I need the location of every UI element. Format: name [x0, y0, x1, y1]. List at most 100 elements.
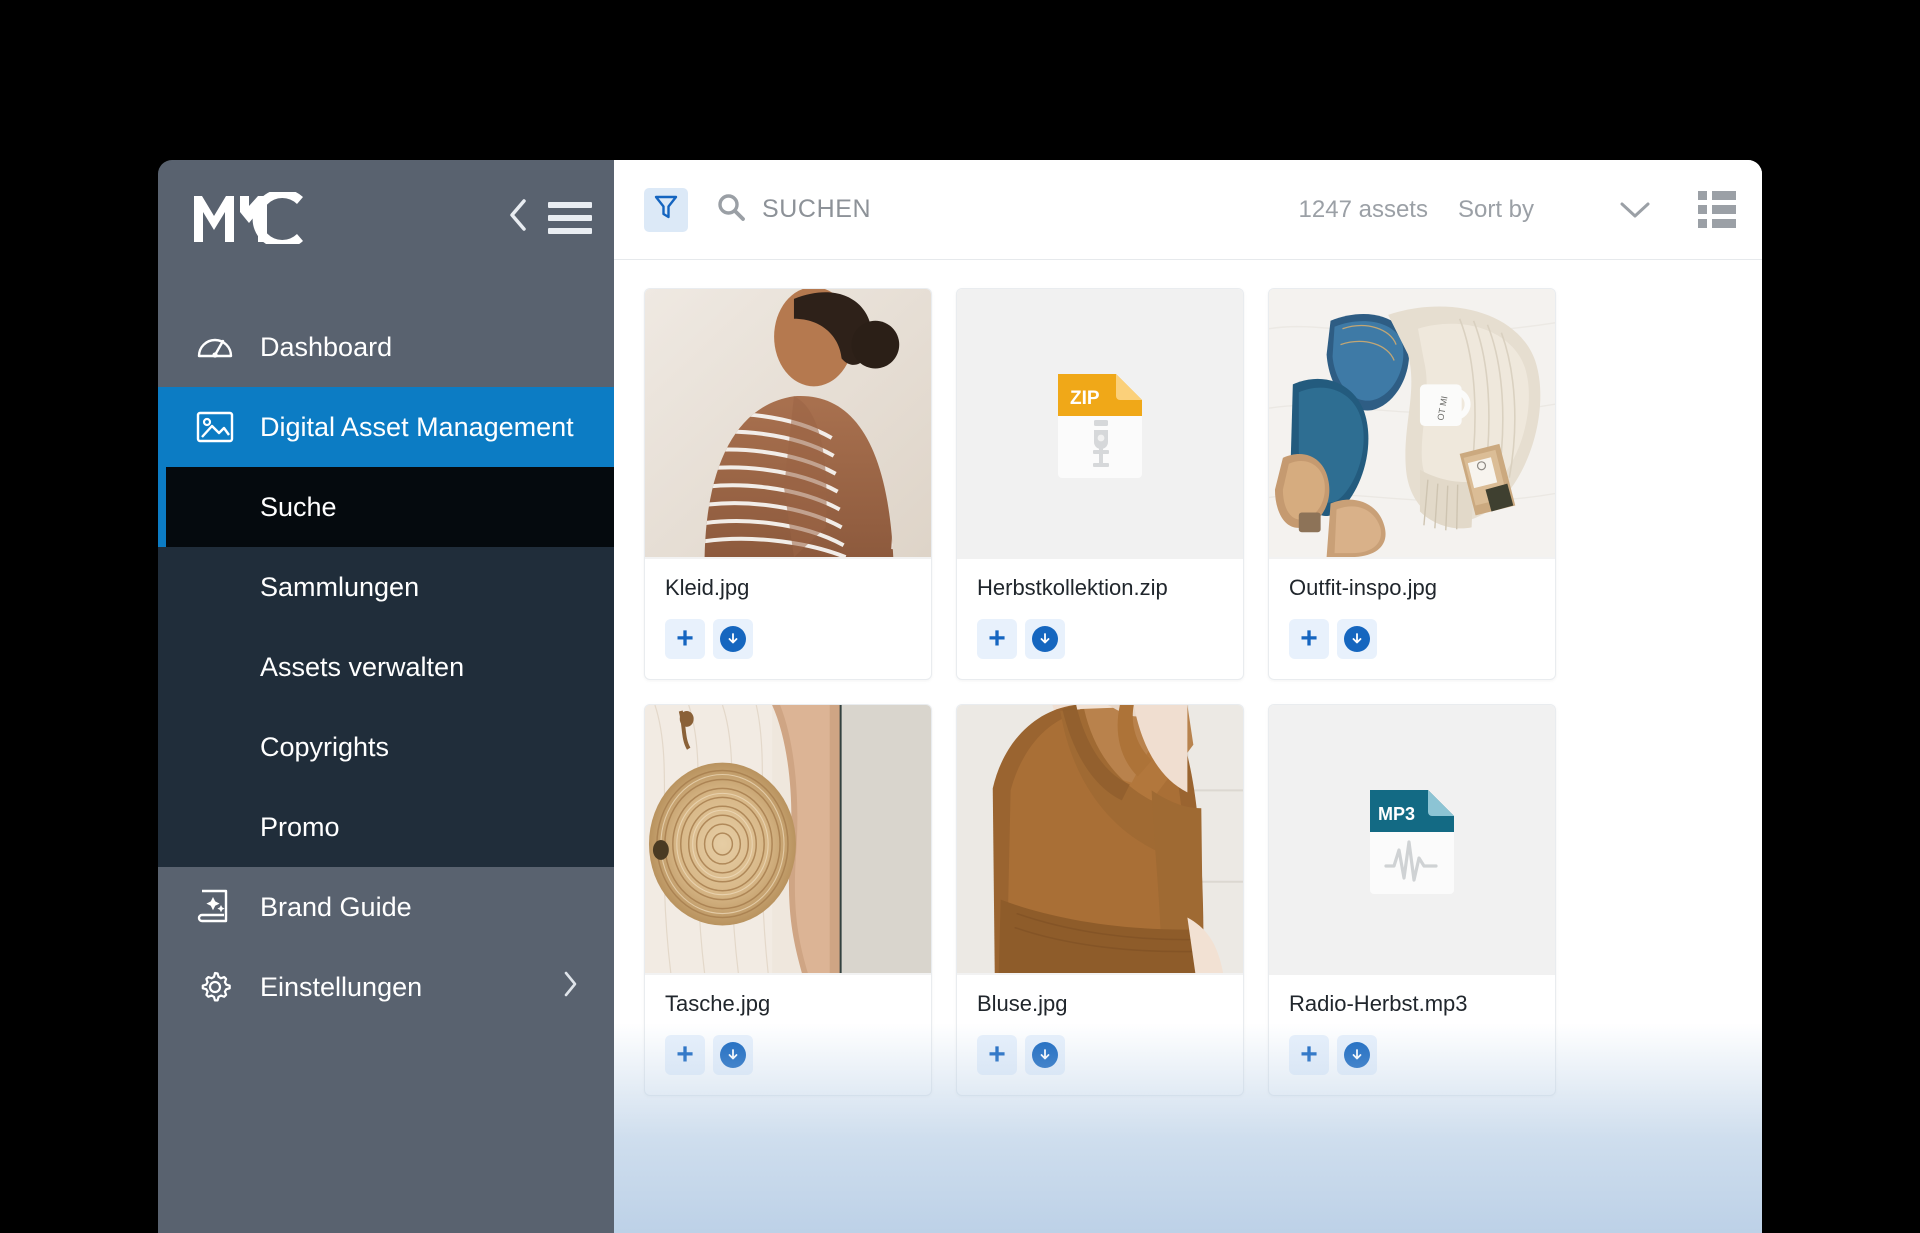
download-button[interactable] [1025, 1035, 1065, 1075]
search-input[interactable]: SUCHEN [762, 195, 871, 224]
asset-card[interactable]: ZIP Herbstkollektion.zip + [956, 288, 1244, 680]
asset-card[interactable]: Bluse.jpg + [956, 704, 1244, 1096]
download-icon [720, 1042, 746, 1068]
asset-actions: + [977, 619, 1223, 659]
add-to-collection-button[interactable]: + [977, 619, 1017, 659]
photo-rattan-bag [645, 705, 931, 974]
photo-brown-blouse [957, 705, 1243, 974]
sidebar-header-tools [506, 198, 592, 237]
add-to-collection-button[interactable]: + [665, 1035, 705, 1075]
download-button[interactable] [713, 1035, 753, 1075]
plus-icon: + [1300, 622, 1318, 655]
app-logo[interactable]: MMC [192, 191, 322, 244]
sidebar-item-einstellungen[interactable]: Einstellungen [158, 947, 614, 1027]
asset-name: Kleid.jpg [665, 575, 750, 600]
chevron-right-icon[interactable] [562, 971, 578, 1004]
download-icon [1032, 626, 1058, 652]
sidebar-subitem-label: Sammlungen [260, 571, 420, 602]
chevron-left-icon[interactable] [506, 198, 530, 237]
download-button[interactable] [713, 619, 753, 659]
download-button[interactable] [1337, 1035, 1377, 1075]
chevron-down-icon[interactable] [1618, 199, 1652, 221]
add-to-collection-button[interactable]: + [1289, 619, 1329, 659]
sidebar-subitem-label: Suche [260, 491, 337, 522]
sidebar-item-dashboard[interactable]: Dashboard [158, 307, 614, 387]
image-icon [192, 409, 238, 445]
toolbar: SUCHEN 1247 assets Sort by [614, 160, 1762, 260]
sidebar-item-digital-asset-management[interactable]: Digital Asset Management [158, 387, 614, 467]
sort-by-label[interactable]: Sort by [1458, 196, 1534, 224]
asset-count: 1247 assets [1298, 195, 1428, 223]
photo-flatlay-outfit: OT MI [1269, 289, 1555, 558]
asset-actions: + [1289, 619, 1535, 659]
gear-icon [192, 967, 238, 1007]
plus-icon: + [988, 1038, 1006, 1071]
download-button[interactable] [1025, 619, 1065, 659]
plus-icon: + [676, 1038, 694, 1071]
toolbar-right: 1247 assets Sort by [1299, 191, 1736, 228]
asset-grid-scroll[interactable]: Kleid.jpg + ZIP Herbstkollektion.zip + O… [614, 260, 1762, 1233]
sidebar: MMC Dashboa [158, 160, 614, 1233]
asset-card-body: Radio-Herbst.mp3 + [1269, 975, 1555, 1095]
svg-text:MP3: MP3 [1378, 804, 1415, 824]
sidebar-item-assets-verwalten[interactable]: Assets verwalten [158, 627, 614, 707]
search-field[interactable]: SUCHEN [716, 192, 871, 227]
asset-card[interactable]: MP3 Radio-Herbst.mp3 + [1268, 704, 1556, 1096]
download-icon [1344, 1042, 1370, 1068]
asset-card-body: Tasche.jpg + [645, 975, 931, 1095]
app-window: MMC Dashboa [158, 160, 1762, 1233]
asset-card[interactable]: Kleid.jpg + [644, 288, 932, 680]
sidebar-subitem-label: Copyrights [260, 731, 390, 762]
add-to-collection-button[interactable]: + [977, 1035, 1017, 1075]
plus-icon: + [1300, 1038, 1318, 1071]
add-to-collection-button[interactable]: + [1289, 1035, 1329, 1075]
list-view-icon[interactable] [1698, 191, 1736, 228]
filter-funnel-icon [654, 194, 678, 225]
asset-card[interactable]: Tasche.jpg + [644, 704, 932, 1096]
sidebar-item-label: Einstellungen [260, 971, 423, 1002]
asset-thumbnail[interactable]: OT MI [1269, 289, 1555, 559]
gauge-icon [192, 327, 238, 367]
asset-card-body: Kleid.jpg + [645, 559, 931, 679]
download-button[interactable] [1337, 619, 1377, 659]
plus-icon: + [988, 622, 1006, 655]
sidebar-subitem-label: Assets verwalten [260, 651, 465, 682]
asset-card[interactable]: OT MI Outfit-inspo.jpg + [1268, 288, 1556, 680]
asset-thumbnail[interactable]: ZIP [957, 289, 1243, 559]
plus-icon: + [676, 622, 694, 655]
download-icon [1032, 1042, 1058, 1068]
asset-actions: + [665, 619, 911, 659]
search-icon [716, 192, 746, 227]
asset-thumbnail[interactable]: MP3 [1269, 705, 1555, 975]
svg-text:ZIP: ZIP [1070, 388, 1100, 409]
sidebar-item-brand-guide[interactable]: Brand Guide [158, 867, 614, 947]
asset-card-body: Bluse.jpg + [957, 975, 1243, 1095]
sidebar-item-promo[interactable]: Promo [158, 787, 614, 867]
asset-actions: + [977, 1035, 1223, 1075]
sidebar-submenu: Suche Sammlungen Assets verwalten Copyri… [158, 467, 614, 867]
asset-thumbnail[interactable] [645, 705, 931, 975]
asset-name: Radio-Herbst.mp3 [1289, 991, 1468, 1016]
asset-thumbnail[interactable] [957, 705, 1243, 975]
sidebar-item-copyrights[interactable]: Copyrights [158, 707, 614, 787]
download-icon [720, 626, 746, 652]
mp3-file-icon: MP3 [1370, 790, 1454, 894]
download-icon [1344, 626, 1370, 652]
sidebar-header: MMC [158, 160, 614, 275]
sidebar-item-sammlungen[interactable]: Sammlungen [158, 547, 614, 627]
hamburger-menu-icon[interactable] [548, 201, 592, 234]
sidebar-item-suche[interactable]: Suche [158, 467, 614, 547]
book-sparkle-icon [192, 887, 238, 927]
sidebar-subitem-label: Promo [260, 811, 340, 842]
asset-name: Tasche.jpg [665, 991, 771, 1016]
asset-card-body: Herbstkollektion.zip + [957, 559, 1243, 679]
filter-button[interactable] [644, 187, 688, 232]
zip-file-icon: ZIP [1058, 374, 1142, 478]
main-content: SUCHEN 1247 assets Sort by Kleid.jpg + Z… [614, 160, 1762, 1233]
sidebar-item-label: Brand Guide [260, 891, 412, 922]
mmc-logo-icon [194, 191, 303, 244]
asset-name: Bluse.jpg [977, 991, 1068, 1016]
asset-thumbnail[interactable] [645, 289, 931, 559]
sidebar-nav-secondary: Brand Guide Einstellungen [158, 867, 614, 1233]
add-to-collection-button[interactable]: + [665, 619, 705, 659]
